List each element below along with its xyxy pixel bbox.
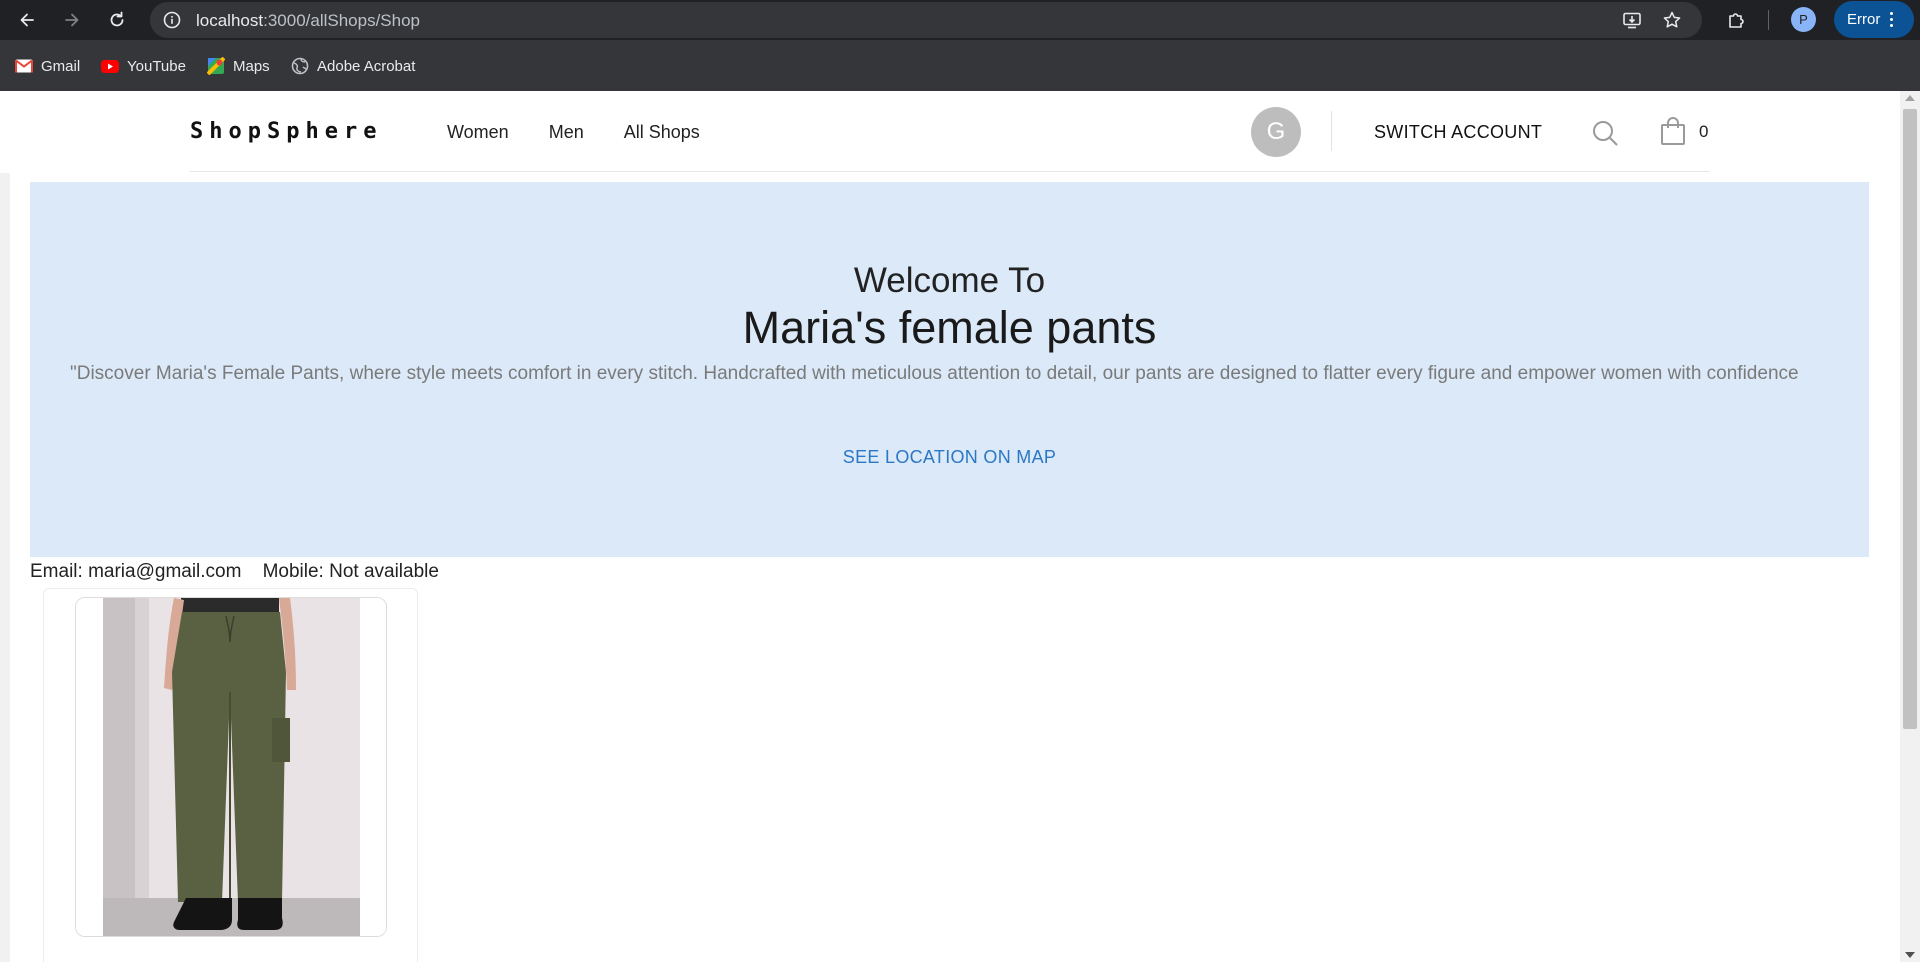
puzzle-icon <box>1729 13 1744 28</box>
shopping-bag-icon[interactable] <box>1660 116 1686 146</box>
forward-button[interactable] <box>59 7 85 33</box>
bookmark-youtube[interactable]: YouTube <box>101 54 186 78</box>
see-location-button[interactable]: SEE LOCATION ON MAP <box>843 447 1056 467</box>
product-card[interactable] <box>43 588 418 962</box>
kebab-menu-icon <box>1890 12 1894 27</box>
cart-count: 0 <box>1699 122 1709 141</box>
site-info-icon[interactable] <box>162 10 182 30</box>
error-button[interactable]: Error <box>1834 1 1914 38</box>
back-arrow-icon <box>20 13 34 27</box>
bookmark-star-icon[interactable] <box>1662 10 1682 30</box>
bookmark-adobe-acrobat[interactable]: Adobe Acrobat <box>291 54 415 78</box>
bookmark-label: YouTube <box>127 57 186 75</box>
search-icon[interactable] <box>1591 119 1619 147</box>
vertical-scrollbar[interactable] <box>1900 91 1920 962</box>
user-avatar[interactable]: G <box>1251 107 1301 157</box>
toolbar-divider <box>1768 10 1769 30</box>
main-nav: Women Men All Shops <box>447 122 700 143</box>
shop-contact-info: Email: maria@gmail.com Mobile: Not avail… <box>30 561 439 583</box>
forward-arrow-icon <box>65 13 79 27</box>
welcome-heading: Welcome To <box>853 261 1046 300</box>
see-location-link: SEE LOCATION ON MAP <box>30 447 1869 468</box>
extensions-button[interactable] <box>1724 8 1748 32</box>
back-button[interactable] <box>14 7 40 33</box>
page-viewport: ShopSphere Women Men All Shops G SWITCH … <box>0 91 1920 962</box>
install-app-icon[interactable] <box>1622 10 1642 30</box>
url-path: :3000/allShops/Shop <box>263 11 421 30</box>
mobile-label: Mobile: <box>262 561 324 582</box>
switch-account-button[interactable]: SWITCH ACCOUNT <box>1374 122 1542 143</box>
shop-description: "Discover Maria's Female Pants, where st… <box>70 363 1799 384</box>
browser-toolbar: localhost:3000/allShops/Shop P Error <box>0 0 1920 40</box>
site-header: ShopSphere Women Men All Shops G SWITCH … <box>190 91 1710 172</box>
youtube-icon <box>101 57 119 75</box>
shop-hero-banner: Welcome To Maria's female pants "Discove… <box>30 182 1869 557</box>
globe-icon <box>291 57 309 75</box>
scroll-down-arrow-icon[interactable] <box>1905 952 1915 958</box>
email-label: Email: <box>30 561 83 582</box>
profile-avatar[interactable]: P <box>1791 7 1816 32</box>
nav-all-shops[interactable]: All Shops <box>624 122 700 143</box>
url-text[interactable]: localhost:3000/allShops/Shop <box>196 11 420 31</box>
gmail-icon <box>15 57 33 75</box>
mobile-value: Not available <box>329 561 439 582</box>
reload-button[interactable] <box>104 7 130 33</box>
error-label: Error <box>1847 11 1881 28</box>
bookmark-label: Maps <box>233 57 270 75</box>
reload-icon <box>110 11 124 27</box>
scroll-up-arrow-icon[interactable] <box>1905 95 1915 101</box>
nav-women[interactable]: Women <box>447 122 509 143</box>
bookmark-label: Adobe Acrobat <box>317 57 416 75</box>
pants-photo <box>76 598 386 936</box>
header-divider <box>1331 111 1332 151</box>
bookmark-gmail[interactable]: Gmail <box>15 54 80 78</box>
nav-men[interactable]: Men <box>549 122 584 143</box>
shop-name: Maria's female pants <box>742 302 1157 353</box>
url-host: localhost <box>196 11 264 30</box>
page-gutter <box>0 173 10 962</box>
address-bar[interactable]: localhost:3000/allShops/Shop <box>150 2 1702 38</box>
bookmark-label: Gmail <box>41 57 81 75</box>
maps-icon <box>207 57 225 75</box>
product-image[interactable] <box>75 597 387 937</box>
scrollbar-thumb[interactable] <box>1903 109 1917 729</box>
bookmark-maps[interactable]: Maps <box>207 54 270 78</box>
bookmarks-bar: Gmail YouTube Maps Adobe Acrobat <box>0 40 1920 91</box>
site-logo[interactable]: ShopSphere <box>190 119 382 144</box>
email-value: maria@gmail.com <box>88 561 242 582</box>
